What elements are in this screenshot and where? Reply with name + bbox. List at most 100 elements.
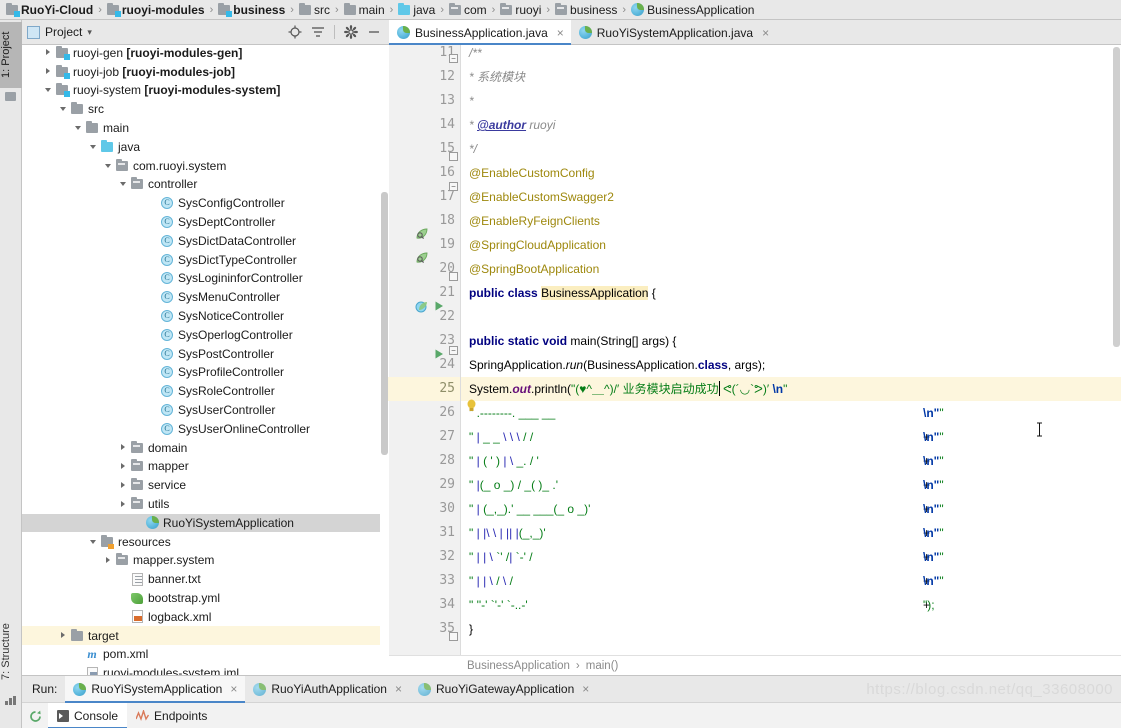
chevron-right-icon[interactable] (118, 480, 129, 491)
code-line[interactable]: } (469, 617, 473, 641)
chevron-down-icon[interactable] (73, 123, 84, 134)
code-line-ascii-art[interactable]: " | |\ \ | || |(_,_)' \n"" + (469, 521, 944, 564)
tree-row[interactable]: java (22, 138, 380, 157)
tree-row[interactable]: main (22, 119, 380, 138)
spring-bean-gutter-icon[interactable] (415, 251, 429, 265)
tree-row[interactable]: C SysPostController (22, 344, 380, 363)
editor-gutter[interactable]: 11 12 13 14 15 16 17 18 19 20 21 22 23 24 25 26 27 28 29 30… (388, 45, 476, 655)
tree-row[interactable]: controller (22, 175, 380, 194)
tree-row[interactable]: C SysDictTypeController (22, 250, 380, 269)
tree-row[interactable]: com.ruoyi.system (22, 156, 380, 175)
editor-tab-ruoyisystemapplication-java[interactable]: RuoYiSystemApplication.java × (571, 20, 776, 45)
breadcrumb-item-businessapplication[interactable]: BusinessApplication (629, 0, 756, 19)
fold-region-method-end[interactable] (449, 632, 458, 641)
chevron-right-icon[interactable] (118, 499, 129, 510)
rerun-icon[interactable] (22, 709, 48, 724)
code-line-ascii-art[interactable]: " | | \ `' /| `-' / \n"" + (469, 545, 944, 588)
tree-row[interactable]: src (22, 100, 380, 119)
code-line-ascii-art[interactable]: " ''-' `'-' `-..-' "); (469, 593, 935, 617)
code-line[interactable]: SpringApplication.run(BusinessApplicatio… (469, 353, 765, 377)
tree-row[interactable]: ruoyi-job [ruoyi-modules-job] (22, 62, 380, 81)
run-gutter-icon[interactable] (433, 300, 447, 314)
close-icon[interactable]: × (395, 682, 402, 696)
chevron-down-icon[interactable] (88, 536, 99, 547)
breadcrumb-item-ruoyi[interactable]: ruoyi (498, 0, 543, 19)
code-line-ascii-art[interactable]: " | (_,_).' __ ___(_ o _)' \n"" + (469, 497, 944, 540)
breadcrumb-item-business[interactable]: business (216, 0, 287, 19)
code-line[interactable]: @SpringBootApplication (469, 257, 599, 281)
breadcrumb-item-ruoyi-modules[interactable]: ruoyi-modules (105, 0, 207, 19)
run-tab-ruoyiauthapplication[interactable]: RuoYiAuthApplication × (245, 676, 410, 703)
collapse-all-icon[interactable] (311, 25, 325, 39)
editor-scrollbar-thumb[interactable] (1113, 47, 1120, 347)
code-line-ascii-art[interactable]: " | | \ / \ / \n"" + (469, 569, 944, 612)
tree-row[interactable]: C SysMenuController (22, 288, 380, 307)
code-line[interactable]: @SpringCloudApplication (469, 233, 606, 257)
chevron-right-icon[interactable] (103, 555, 114, 566)
breadcrumb-method[interactable]: main() (586, 660, 619, 672)
tree-row[interactable]: ruoyi-system [ruoyi-modules-system] (22, 81, 380, 100)
project-scrollbar-thumb[interactable] (381, 192, 388, 455)
code-line-ascii-art[interactable]: " .--------. ___ __ \n"" + (469, 401, 944, 444)
tree-row[interactable]: service (22, 476, 380, 495)
breadcrumb-item-java[interactable]: java (396, 0, 437, 19)
tree-row[interactable]: target (22, 626, 380, 646)
code-line[interactable]: System.out.println("(♥^＿^)/′ 业务模块启动成功 ᕙ(… (461, 377, 1121, 401)
spring-boot-gutter-icon[interactable] (415, 299, 429, 313)
fold-region-javadoc[interactable]: − (449, 54, 458, 63)
close-icon[interactable]: × (762, 26, 769, 40)
tree-row[interactable]: banner.txt (22, 570, 380, 589)
close-icon[interactable]: × (582, 682, 589, 696)
tree-row[interactable]: RuoYiSystemApplication (22, 513, 380, 533)
project-tree[interactable]: ruoyi-modules-system.iml m pom.xml target lo… (22, 45, 389, 675)
tree-row[interactable]: ruoyi-gen [ruoyi-modules-gen] (22, 45, 380, 62)
code-line[interactable]: public class BusinessApplication { (469, 281, 656, 305)
close-icon[interactable]: × (230, 682, 237, 696)
editor-vertical-scrollbar[interactable] (1112, 45, 1121, 655)
chevron-right-icon[interactable] (58, 630, 69, 641)
code-line[interactable]: * (469, 89, 474, 113)
tree-row[interactable]: mapper (22, 457, 380, 476)
code-area[interactable]: /** * 系统模块 * * @author ruoyi */@EnableCu… (461, 45, 1121, 655)
fold-region-method[interactable]: − (449, 346, 458, 355)
tool-window-tab-structure[interactable]: 7: Structure (0, 610, 22, 694)
tree-row[interactable]: C SysUserController (22, 401, 380, 420)
tree-row[interactable]: mapper.system (22, 551, 380, 570)
code-line[interactable]: @EnableRyFeignClients (469, 209, 600, 233)
code-line[interactable]: */ (469, 137, 477, 161)
breadcrumb-class[interactable]: BusinessApplication (467, 660, 570, 672)
tool-window-tab-project[interactable]: 1: Project (0, 22, 22, 88)
tree-row[interactable]: C SysDictDataController (22, 232, 380, 251)
code-line[interactable]: /** (469, 45, 482, 65)
breadcrumb-item-ruoyi-cloud[interactable]: RuoYi-Cloud (4, 0, 95, 19)
chevron-right-icon[interactable] (118, 461, 129, 472)
run-tab-ruoyisystemapplication[interactable]: RuoYiSystemApplication × (65, 675, 246, 703)
tree-row[interactable]: C SysDeptController (22, 213, 380, 232)
code-line-ascii-art[interactable]: " | _ _ \ \ \ / / \n"" + (469, 425, 944, 468)
locate-icon[interactable] (288, 25, 302, 39)
code-line[interactable]: @EnableCustomSwagger2 (469, 185, 614, 209)
spring-bean-gutter-icon[interactable] (415, 227, 429, 241)
tree-row[interactable]: C SysNoticeController (22, 307, 380, 326)
chevron-down-icon[interactable] (43, 85, 54, 96)
tree-row[interactable]: C SysProfileController (22, 363, 380, 382)
chevron-right-icon[interactable] (43, 66, 54, 77)
close-icon[interactable]: × (557, 26, 564, 40)
tree-row[interactable]: m pom.xml (22, 645, 380, 664)
run-subtab-endpoints[interactable]: Endpoints (127, 703, 216, 728)
tree-row[interactable]: C SysUserOnlineController (22, 420, 380, 439)
breadcrumb-item-main[interactable]: main (342, 0, 387, 19)
code-line-ascii-art[interactable]: " |(_ o _) / _( )_ .' \n"" + (469, 473, 944, 516)
run-gutter-icon[interactable] (433, 348, 447, 362)
chevron-right-icon[interactable] (43, 47, 54, 58)
breadcrumb-item-com[interactable]: com (447, 0, 489, 19)
fold-region-javadoc-end[interactable] (449, 152, 458, 161)
chevron-down-icon[interactable] (58, 104, 69, 115)
tree-row[interactable]: C SysLogininforController (22, 269, 380, 288)
chevron-down-icon[interactable]: ▾ (87, 27, 92, 38)
tree-row[interactable]: ruoyi-modules-system.iml (22, 664, 380, 675)
settings-gear-icon[interactable] (344, 25, 358, 39)
code-line[interactable]: @EnableCustomConfig (469, 161, 595, 185)
tree-row[interactable]: utils (22, 495, 380, 514)
intention-bulb-icon[interactable] (466, 399, 480, 413)
